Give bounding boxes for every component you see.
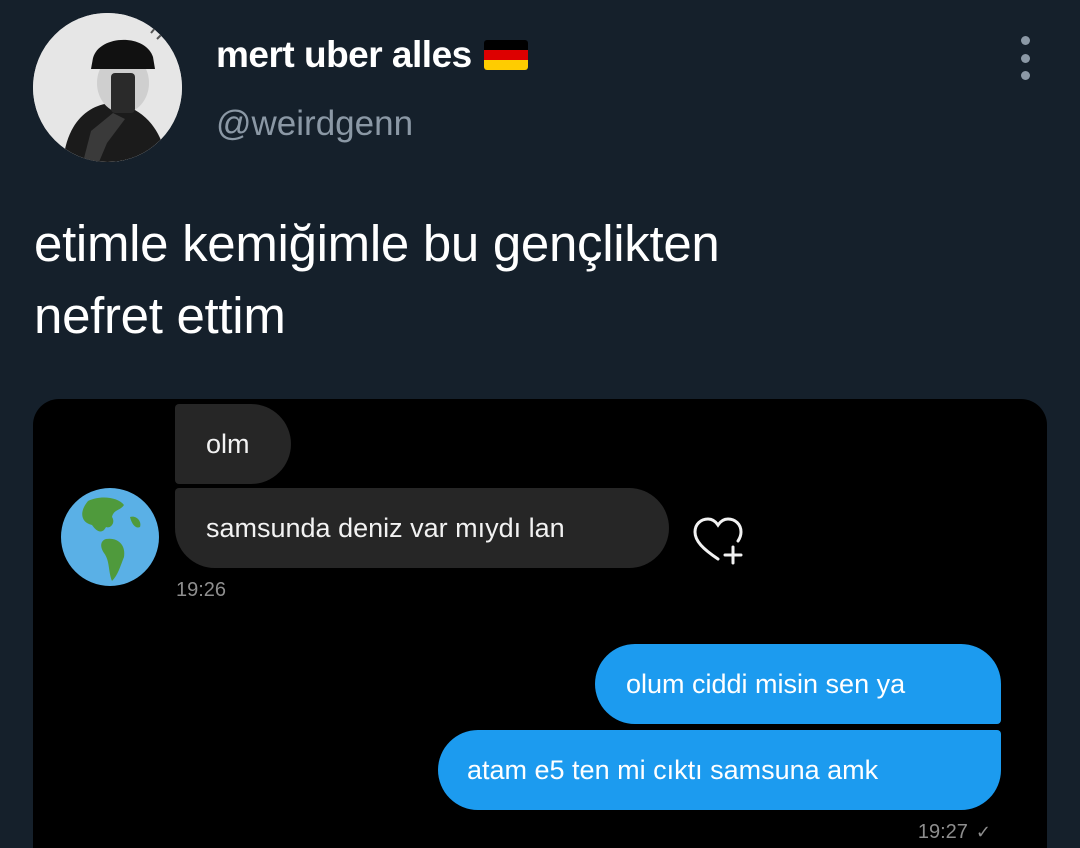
author-name-row: mert uber alles [216, 34, 528, 76]
more-vertical-icon-dot [1020, 53, 1030, 63]
message-text: samsunda deniz var mıydı lan [206, 512, 565, 543]
heart-add-icon[interactable] [689, 515, 747, 565]
more-options-button[interactable] [1012, 36, 1038, 80]
outgoing-message-bubble: olum ciddi misin sen ya [595, 644, 1001, 724]
check-icon: ✓ [975, 822, 991, 842]
author-display-name[interactable]: mert uber alles [216, 34, 472, 76]
tweet-text: etimle kemiğimle bu gençlikten nefret et… [34, 215, 720, 344]
outgoing-timestamp: 19:27 [917, 821, 968, 843]
globe-americas-icon [61, 488, 159, 586]
message-text: olm [206, 428, 250, 459]
author-handle[interactable]: @weirdgenn [216, 104, 413, 144]
tweet-media-image[interactable]: olm samsunda deniz var mıydı lan 19:26 o… [33, 399, 1047, 848]
outgoing-message-bubble: atam e5 ten mi cıktı samsuna amk [438, 730, 1001, 810]
incoming-timestamp: 19:26 [176, 579, 227, 601]
avatar-photo [33, 13, 182, 162]
message-text: atam e5 ten mi cıktı samsuna amk [467, 754, 879, 785]
outgoing-timestamp-row: 19:27 ✓ [918, 821, 991, 844]
more-vertical-icon [1020, 36, 1030, 45]
message-text: olum ciddi misin sen ya [626, 668, 906, 699]
author-avatar[interactable] [33, 13, 182, 162]
incoming-message-bubble: samsunda deniz var mıydı lan [175, 488, 669, 568]
more-vertical-icon-dot [1020, 71, 1030, 80]
germany-flag-icon [483, 40, 528, 70]
incoming-message-bubble: olm [175, 404, 291, 484]
tweet-page: mert uber alles @weirdgenn etimle kemiği… [0, 0, 1080, 848]
